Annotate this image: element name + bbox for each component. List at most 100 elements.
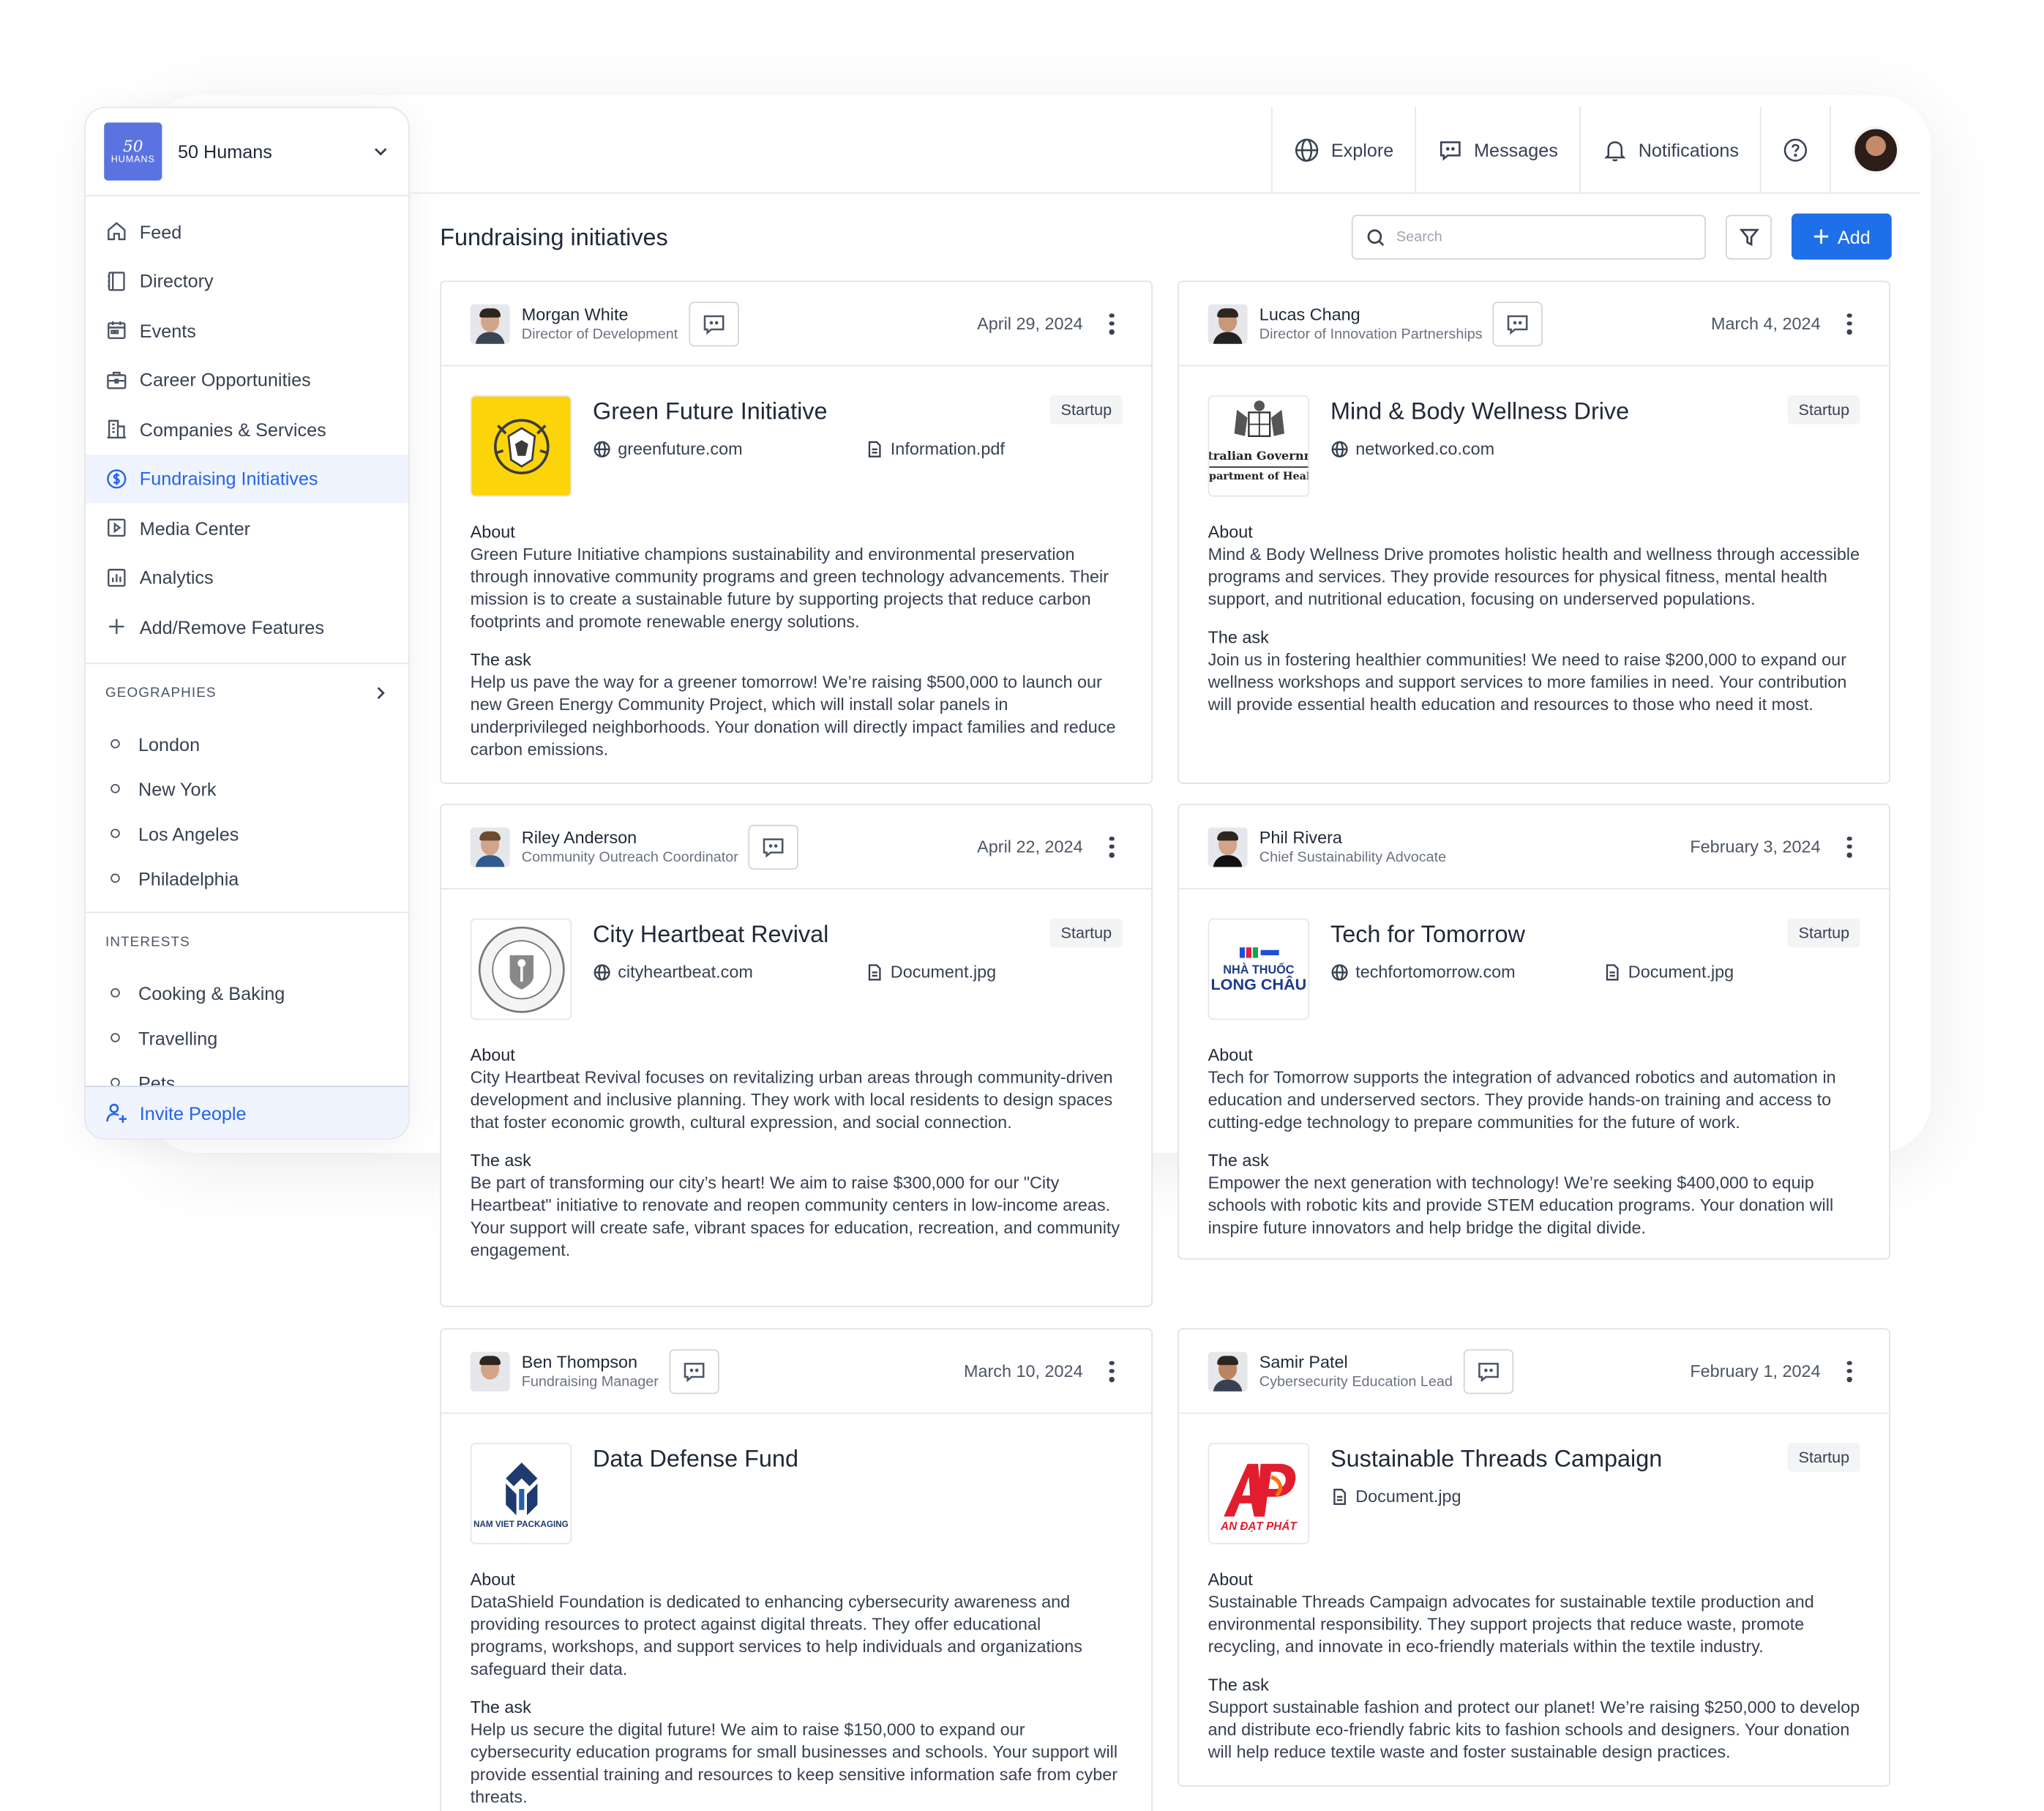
interests-section: INTERESTS Cooking & Baking Travelling Pe… <box>86 913 408 1116</box>
attachment-link[interactable]: Information.pdf <box>866 438 1005 458</box>
message-button[interactable] <box>1463 1348 1513 1394</box>
bullet-icon <box>111 1033 120 1042</box>
initiative-logo: NAM VIET PACKAGING <box>470 1443 572 1545</box>
chevron-down-icon <box>374 148 387 156</box>
message-button[interactable] <box>688 301 739 346</box>
initiative-title[interactable]: Mind & Body Wellness Drive <box>1330 398 1629 426</box>
ask-label: The ask <box>470 1697 531 1717</box>
geography-item-los-angeles[interactable]: Los Angeles <box>86 811 408 856</box>
poster-name[interactable]: Phil Rivera <box>1259 826 1446 848</box>
more-options-icon[interactable] <box>1101 834 1123 860</box>
sidebar-item-add-remove-features[interactable]: Add/Remove Features <box>86 602 408 652</box>
help-button[interactable] <box>1759 106 1830 194</box>
initiative-logo <box>470 395 572 497</box>
initiative-card: Morgan White Director of Development Apr… <box>440 280 1153 784</box>
geography-item-london[interactable]: London <box>86 722 408 766</box>
sidebar: 50 HUMANS 50 Humans Feed Directory Event… <box>84 106 410 1140</box>
sidebar-item-label: Career Opportunities <box>139 369 311 391</box>
message-button[interactable] <box>1493 301 1543 346</box>
crest-logo-icon <box>493 418 549 474</box>
initiative-title[interactable]: Sustainable Threads Campaign <box>1330 1446 1662 1474</box>
ask-text: Support sustainable fashion and protect … <box>1208 1697 1860 1762</box>
more-options-icon[interactable] <box>1101 1358 1123 1384</box>
initiative-title[interactable]: Green Future Initiative <box>593 398 828 426</box>
add-label: Add <box>1837 225 1871 247</box>
more-options-icon[interactable] <box>1839 310 1860 337</box>
sidebar-item-fundraising-initiatives[interactable]: Fundraising Initiatives <box>86 454 408 504</box>
geography-item-philadelphia[interactable]: Philadelphia <box>86 856 408 900</box>
poster-name[interactable]: Samir Patel <box>1259 1350 1453 1373</box>
org-switcher[interactable]: 50 HUMANS 50 Humans <box>86 108 408 197</box>
attachment-link[interactable]: Document.jpg <box>1603 962 1734 982</box>
document-icon <box>868 440 881 457</box>
attachment-link[interactable]: Document.jpg <box>1330 1486 1461 1506</box>
ask-label: The ask <box>470 1150 531 1170</box>
message-button[interactable] <box>669 1348 719 1394</box>
globe-icon <box>594 440 610 457</box>
search-box[interactable] <box>1351 214 1706 260</box>
more-options-icon[interactable] <box>1101 310 1123 337</box>
post-date: March 4, 2024 <box>1711 313 1821 334</box>
filter-button[interactable] <box>1726 214 1772 260</box>
notifications-button[interactable]: Notifications <box>1579 106 1760 194</box>
sidebar-item-analytics[interactable]: Analytics <box>86 553 408 602</box>
message-button[interactable] <box>749 824 799 870</box>
explore-button[interactable]: Explore <box>1271 106 1415 194</box>
invite-label: Invite People <box>139 1102 247 1124</box>
about-label: About <box>1208 1045 1253 1065</box>
poster-name[interactable]: Lucas Chang <box>1259 302 1483 325</box>
website-link[interactable]: greenfuture.com <box>593 438 866 458</box>
sidebar-item-feed[interactable]: Feed <box>86 207 408 256</box>
initiative-title[interactable]: Tech for Tomorrow <box>1330 921 1525 949</box>
website-label: cityheartbeat.com <box>618 962 753 982</box>
sidebar-item-label: Media Center <box>139 517 251 539</box>
poster-role: Fundraising Manager <box>521 1373 659 1390</box>
sidebar-item-events[interactable]: Events <box>86 306 408 356</box>
list-item-label: Los Angeles <box>138 823 239 844</box>
package-logo-icon <box>505 1463 537 1515</box>
sidebar-item-companies-services[interactable]: Companies & Services <box>86 405 408 455</box>
poster-name[interactable]: Riley Anderson <box>522 826 738 848</box>
invite-people-button[interactable]: Invite People <box>86 1086 408 1139</box>
geography-item-new-york[interactable]: New York <box>86 766 408 811</box>
sidebar-item-career-opportunities[interactable]: Career Opportunities <box>86 355 408 405</box>
avatar <box>1208 1351 1248 1391</box>
website-link[interactable]: cityheartbeat.com <box>593 962 866 982</box>
logo-text: epartment of Healt <box>1209 466 1309 482</box>
about-text: Green Future Initiative champions sustai… <box>470 544 1109 632</box>
sidebar-item-directory[interactable]: Directory <box>86 256 408 306</box>
search-input[interactable] <box>1396 229 1686 245</box>
add-button[interactable]: + Add <box>1792 213 1892 260</box>
profile-menu[interactable] <box>1830 106 1920 194</box>
website-link[interactable]: techfortomorrow.com <box>1330 962 1603 982</box>
brand-logo-icon <box>1223 1463 1295 1516</box>
initiative-title[interactable]: Data Defense Fund <box>593 1446 798 1474</box>
status-badge: Startup <box>1050 918 1123 948</box>
poster-name[interactable]: Ben Thompson <box>522 1350 659 1373</box>
ask-text: Empower the next generation with technol… <box>1208 1173 1834 1238</box>
initiative-title[interactable]: City Heartbeat Revival <box>593 921 828 949</box>
notifications-label: Notifications <box>1638 139 1739 161</box>
attachment-link[interactable]: Document.jpg <box>866 962 996 982</box>
more-options-icon[interactable] <box>1839 834 1860 860</box>
seal-logo-icon <box>477 925 564 1012</box>
website-link[interactable]: networked.co.com <box>1330 438 1603 458</box>
document-icon <box>1606 963 1619 980</box>
more-options-icon[interactable] <box>1839 1358 1860 1384</box>
geographies-header[interactable]: GEOGRAPHIES <box>86 663 408 721</box>
add-user-icon <box>106 1103 127 1123</box>
ask-text: Help us pave the way for a greener tomor… <box>470 672 1116 759</box>
about-text: DataShield Foundation is dedicated to en… <box>470 1591 1082 1679</box>
initiative-card: Samir Patel Cybersecurity Education Lead… <box>1178 1328 1890 1787</box>
website-label: greenfuture.com <box>618 438 743 459</box>
post-date: February 3, 2024 <box>1690 837 1821 856</box>
org-logo-word: HUMANS <box>111 154 155 165</box>
messages-button[interactable]: Messages <box>1415 106 1579 194</box>
chevron-right-icon <box>377 686 385 699</box>
poster-name[interactable]: Morgan White <box>522 302 678 325</box>
interest-item-travelling[interactable]: Travelling <box>86 1015 408 1060</box>
sidebar-item-media-center[interactable]: Media Center <box>86 504 408 553</box>
status-badge: Startup <box>1788 395 1860 425</box>
interest-item-cooking-baking[interactable]: Cooking & Baking <box>86 971 408 1015</box>
bullet-icon <box>111 988 120 998</box>
